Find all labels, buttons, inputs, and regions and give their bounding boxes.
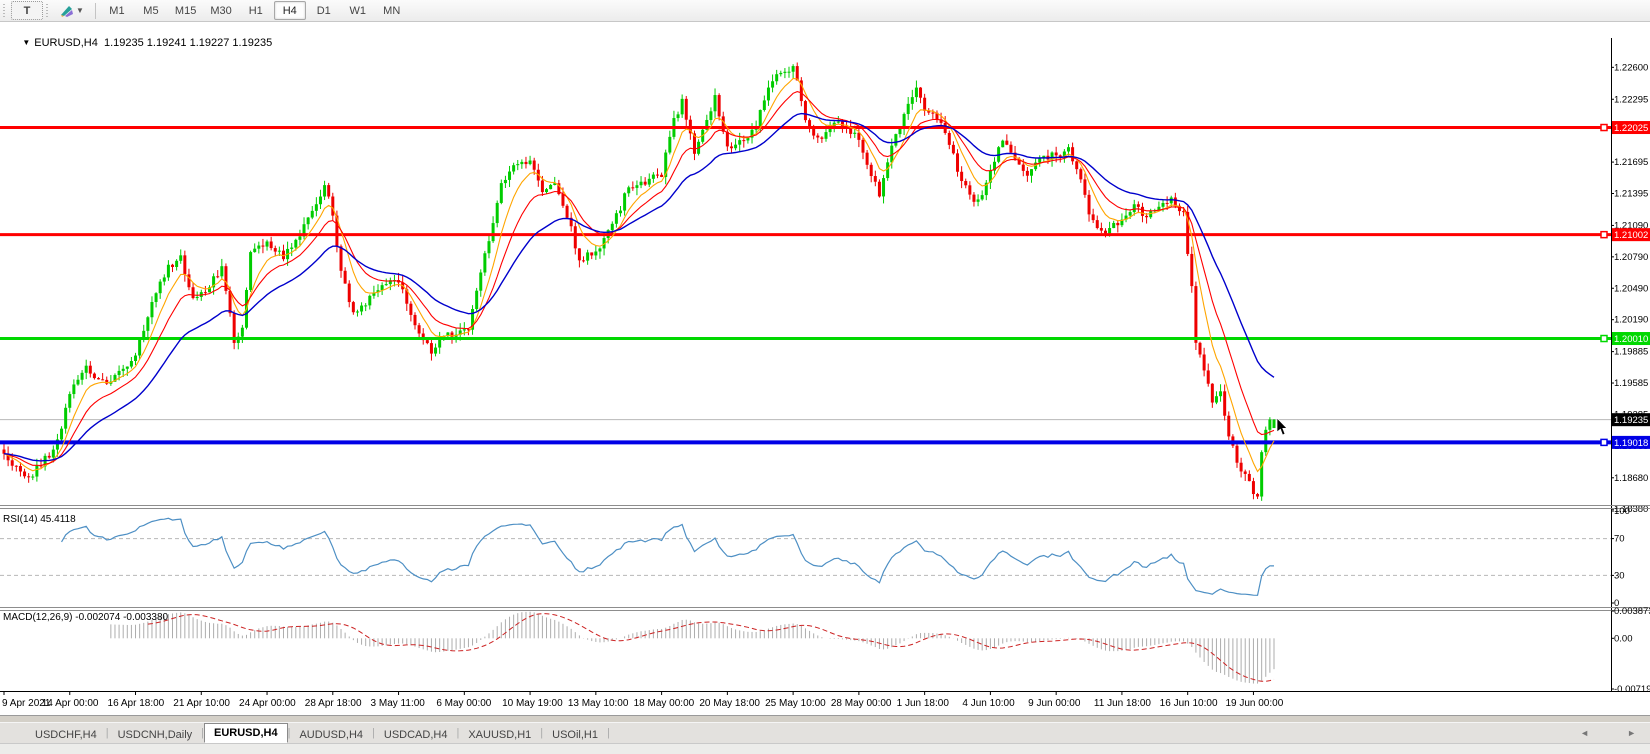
price-axis-label: 1.20790 xyxy=(1614,252,1648,263)
price-axis-label: 1.20490 xyxy=(1614,283,1648,294)
price-label-text: 1.19018 xyxy=(1614,438,1648,449)
time-axis-label: 1 Jun 18:00 xyxy=(897,698,950,709)
rsi-axis-label: 30 xyxy=(1614,570,1625,581)
timeframe-button-m5[interactable]: M5 xyxy=(135,1,167,20)
price-axis-label: 1.21395 xyxy=(1614,188,1648,199)
timeframe-button-m30[interactable]: M30 xyxy=(204,1,237,20)
price-axis-label: 1.19885 xyxy=(1614,347,1648,358)
time-axis-label: 11 Jun 18:00 xyxy=(1094,698,1152,709)
rsi-axis-label: 70 xyxy=(1614,534,1625,545)
tab-scroll-left-icon[interactable]: ◄ xyxy=(1580,728,1589,738)
tab-separator: | xyxy=(607,727,610,739)
timeframe-button-m1[interactable]: M1 xyxy=(101,1,133,20)
chart-title: ▼ EURUSD,H4 1.19235 1.19241 1.19227 1.192… xyxy=(4,25,272,61)
timeframe-button-w1[interactable]: W1 xyxy=(342,1,374,20)
macd-axis-label: 0.003873 xyxy=(1614,606,1650,617)
macd-indicator-label: MACD(12,26,9) -0.002074 -0.003380 xyxy=(3,612,168,623)
toolbar-separator xyxy=(95,3,96,19)
time-axis-label: 4 Jun 10:00 xyxy=(962,698,1015,709)
mt4-terminal: T ▼ M1M5M15M30H1H4D1W1MN 1.22600 1.22295 1… xyxy=(0,0,1650,754)
chart-tab-usdcnh[interactable]: USDCNH,Daily xyxy=(109,726,202,743)
toolbar-drag-handle[interactable] xyxy=(46,4,51,18)
hline-anchor[interactable] xyxy=(1601,232,1607,238)
ohlc-values: 1.19235 1.19241 1.19227 1.19235 xyxy=(104,37,272,49)
timeframe-button-mn[interactable]: MN xyxy=(376,1,408,20)
hline-anchor[interactable] xyxy=(1601,336,1607,342)
timeframe-button-h4[interactable]: H4 xyxy=(274,1,306,20)
price-label-text: 1.21002 xyxy=(1614,230,1648,241)
status-bar xyxy=(0,743,1650,754)
chart-window: 1.226001.222951.219951.216951.213951.210… xyxy=(0,22,1650,716)
price-axis-label: 1.18680 xyxy=(1614,473,1648,484)
time-axis-label: 3 May 11:00 xyxy=(371,698,426,709)
chart-tab-usoil[interactable]: USOil,H1 xyxy=(543,726,607,743)
time-axis-label: 6 May 00:00 xyxy=(436,698,491,709)
chart-tab-usdcad[interactable]: USDCAD,H4 xyxy=(375,726,457,743)
chevron-down-icon: ▼ xyxy=(76,6,84,15)
hline-anchor[interactable] xyxy=(1601,125,1607,131)
price-axis-label: 1.21695 xyxy=(1614,157,1648,168)
price-label-text: 1.22025 xyxy=(1614,123,1648,134)
time-axis-label: 16 Apr 18:00 xyxy=(108,698,165,709)
timeframe-toolbar: M1M5M15M30H1H4D1W1MN xyxy=(101,1,408,20)
macd-axis-label: 0.00 xyxy=(1614,633,1633,644)
colors-tool-button[interactable]: ▼ xyxy=(54,1,90,20)
time-axis-label: 9 Jun 00:00 xyxy=(1028,698,1081,709)
text-tool-button[interactable]: T xyxy=(11,1,43,20)
price-axis-label: 1.22600 xyxy=(1614,62,1648,73)
timeframe-button-m15[interactable]: M15 xyxy=(169,1,202,20)
price-axis-label: 1.22295 xyxy=(1614,94,1648,105)
time-axis-label: 13 May 10:00 xyxy=(568,698,629,709)
toolbar: T ▼ M1M5M15M30H1H4D1W1MN xyxy=(0,0,1650,22)
time-axis-label: 19 Jun 00:00 xyxy=(1225,698,1283,709)
time-axis-label: 18 May 00:00 xyxy=(634,698,695,709)
hline-anchor[interactable] xyxy=(1601,439,1607,445)
toolbar-drag-handle[interactable] xyxy=(3,4,8,18)
time-axis-label: 25 May 10:00 xyxy=(765,698,826,709)
rsi-axis-label: 100 xyxy=(1614,506,1630,517)
crayons-icon xyxy=(60,4,74,17)
time-axis-label: 21 Apr 10:00 xyxy=(173,698,230,709)
macd-axis-label: -0.00719 xyxy=(1614,684,1650,695)
price-label-text: 1.19235 xyxy=(1614,415,1648,426)
price-label-text: 1.20010 xyxy=(1614,334,1648,345)
time-axis-label: 28 May 00:00 xyxy=(831,698,892,709)
time-axis-label: 20 May 18:00 xyxy=(699,698,760,709)
timeframe-button-h1[interactable]: H1 xyxy=(240,1,272,20)
time-axis-label: 28 Apr 18:00 xyxy=(305,698,362,709)
time-axis-label: 10 May 19:00 xyxy=(502,698,563,709)
timeframe-button-d1[interactable]: D1 xyxy=(308,1,340,20)
chart-tab-audusd[interactable]: AUDUSD,H4 xyxy=(290,726,372,743)
symbol-dropdown-icon[interactable]: ▼ xyxy=(22,38,30,47)
chart-tab-eurusd[interactable]: EURUSD,H4 xyxy=(204,723,288,743)
time-axis-label: 14 Apr 00:00 xyxy=(42,698,99,709)
symbol-period-label: EURUSD,H4 xyxy=(34,37,98,49)
time-axis-label: 16 Jun 10:00 xyxy=(1160,698,1218,709)
chart-tab-usdchf[interactable]: USDCHF,H4 xyxy=(26,726,106,743)
rsi-indicator-label: RSI(14) 45.4118 xyxy=(3,514,76,525)
tab-scroll-right-icon[interactable]: ► xyxy=(1627,728,1636,738)
price-axis-label: 1.19585 xyxy=(1614,378,1648,389)
price-axis-label: 1.20190 xyxy=(1614,315,1648,326)
price-chart-canvas: 1.226001.222951.219951.216951.213951.210… xyxy=(0,22,1650,716)
time-axis-label: 24 Apr 00:00 xyxy=(239,698,296,709)
chart-tab-xauusd[interactable]: XAUUSD,H1 xyxy=(459,726,540,743)
chart-tab-bar: USDCHF,H4|USDCNH,Daily|EURUSD,H4|AUDUSD,… xyxy=(0,722,1650,743)
